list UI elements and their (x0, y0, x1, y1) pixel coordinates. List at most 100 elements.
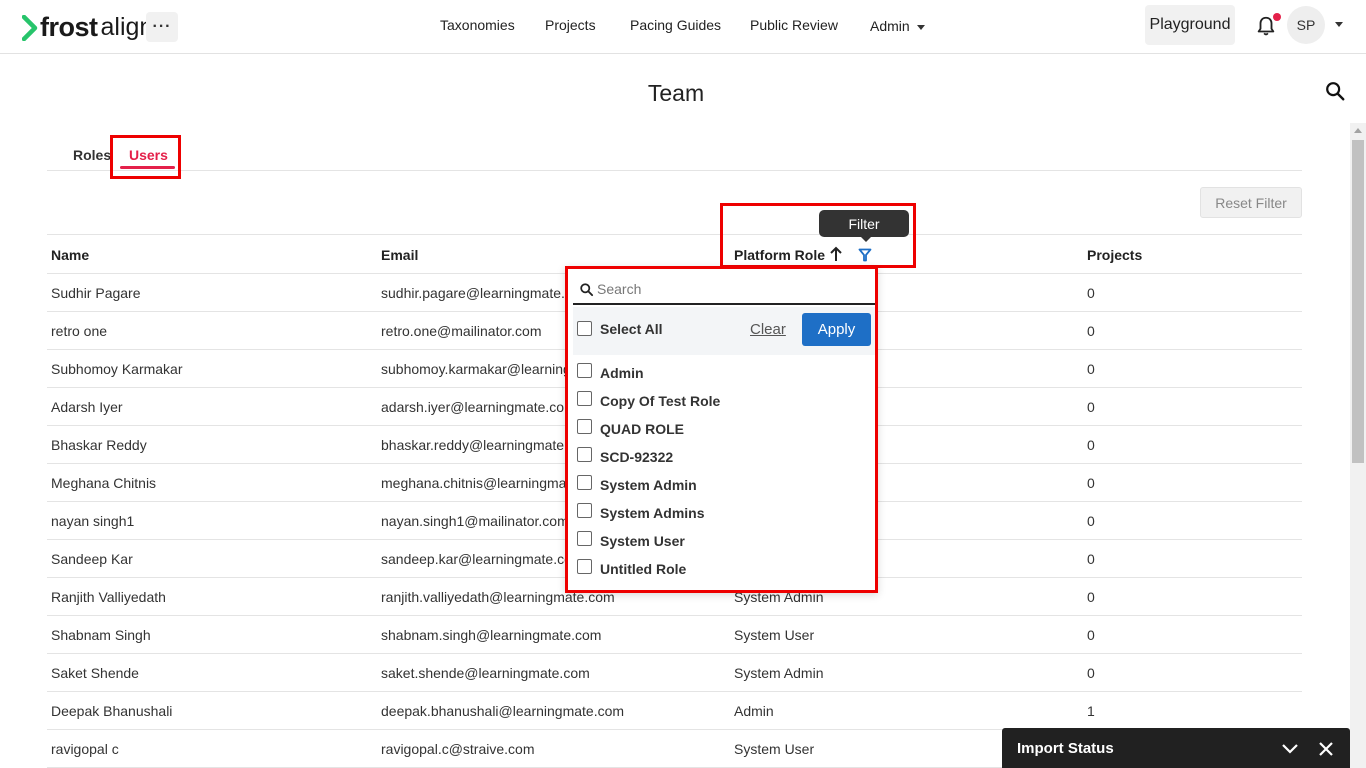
import-status-title: Import Status (1017, 740, 1114, 757)
filter-option-checkbox[interactable] (577, 391, 592, 406)
cell-platform-role: System Admin (734, 665, 824, 681)
cell-projects: 0 (1087, 551, 1095, 567)
avatar[interactable]: SP (1287, 6, 1325, 44)
filter-option-checkbox[interactable] (577, 475, 592, 490)
select-all-checkbox[interactable] (577, 321, 592, 336)
cell-projects: 0 (1087, 665, 1095, 681)
nav-item-admin-label: Admin (870, 18, 910, 34)
cell-platform-role: System User (734, 741, 815, 757)
cell-name: Bhaskar Reddy (51, 437, 147, 453)
filter-search-input[interactable] (597, 277, 867, 301)
nav-item-projects[interactable]: Projects (545, 17, 596, 33)
filter-option-label[interactable]: System Admin (600, 477, 697, 493)
cell-name: Adarsh Iyer (51, 399, 123, 415)
highlight-filter-header (720, 203, 916, 268)
filter-option[interactable]: QUAD ROLE (573, 417, 873, 441)
cell-platform-role: Admin (734, 703, 774, 719)
table-row[interactable]: Saket Shende saket.shende@learningmate.co… (47, 654, 1302, 692)
cell-email: deepak.bhanushali@learningmate.com (381, 703, 625, 719)
cell-name: Deepak Bhanushali (51, 703, 173, 719)
cell-projects: 0 (1087, 475, 1095, 491)
cell-name: nayan singh1 (51, 513, 135, 529)
column-header-name[interactable]: Name (51, 247, 89, 263)
apply-button[interactable]: Apply (802, 313, 871, 346)
search-icon[interactable] (1324, 80, 1346, 102)
cell-name: Sandeep Kar (51, 551, 133, 567)
cell-name: Sudhir Pagare (51, 285, 141, 301)
filter-option-label[interactable]: Copy Of Test Role (600, 393, 720, 409)
filter-option[interactable]: SCD-92322 (573, 445, 873, 469)
filter-option-checkbox[interactable] (577, 447, 592, 462)
filter-option-label[interactable]: QUAD ROLE (600, 421, 684, 437)
filter-option-checkbox[interactable] (577, 531, 592, 546)
nav-item-taxonomies[interactable]: Taxonomies (440, 17, 515, 33)
reset-filter-button[interactable]: Reset Filter (1200, 187, 1302, 218)
cell-platform-role: System User (734, 627, 815, 643)
filter-option[interactable]: System Admins (573, 501, 873, 525)
nav-item-pacing-guides[interactable]: Pacing Guides (630, 17, 721, 33)
column-header-projects[interactable]: Projects (1087, 247, 1142, 263)
cell-email: sandeep.kar@learningmate.co (381, 551, 572, 567)
cell-projects: 0 (1087, 627, 1095, 643)
filter-option-label[interactable]: Admin (600, 365, 644, 381)
cell-projects: 0 (1087, 323, 1095, 339)
table-row[interactable]: Deepak Bhanushali deepak.bhanushali@learn… (47, 692, 1302, 730)
platform-role-filter-dropdown: Select All Clear Apply Admin Copy Of Test… (565, 266, 878, 593)
clear-link[interactable]: Clear (750, 321, 786, 338)
cell-name: Ranjith Valliyedath (51, 589, 166, 605)
cell-name: retro one (51, 323, 108, 339)
filter-option[interactable]: System User (573, 529, 873, 553)
nav-item-public-review[interactable]: Public Review (750, 17, 838, 33)
scrollbar-thumb[interactable] (1352, 140, 1364, 463)
caret-down-icon[interactable] (1335, 22, 1343, 27)
filter-actions-bar: Select All Clear Apply (573, 307, 875, 355)
cell-email: adarsh.iyer@learningmate.com (381, 399, 576, 415)
chevron-down-icon[interactable] (1281, 742, 1299, 756)
filter-option[interactable]: System Admin (573, 473, 873, 497)
cell-projects: 1 (1087, 703, 1095, 719)
column-header-email[interactable]: Email (381, 247, 418, 263)
filter-option[interactable]: Admin (573, 361, 873, 385)
filter-option-checkbox[interactable] (577, 559, 592, 574)
cell-projects: 0 (1087, 399, 1095, 415)
filter-option-checkbox[interactable] (577, 419, 592, 434)
nav-item-admin[interactable]: Admin (870, 18, 925, 34)
table-row[interactable]: Shabnam Singh shabnam.singh@learningmate.… (47, 616, 1302, 654)
cell-projects: 0 (1087, 285, 1095, 301)
highlight-users-tab (110, 135, 181, 179)
notification-dot (1273, 13, 1281, 21)
filter-option[interactable]: Copy Of Test Role (573, 389, 873, 413)
cell-email: meghana.chitnis@learningmat (381, 475, 571, 491)
cell-email: bhaskar.reddy@learningmate. (381, 437, 568, 453)
team-tabs: Roles Users (47, 140, 1302, 171)
cell-name: Shabnam Singh (51, 627, 151, 643)
cell-email: ravigopal.c@straive.com (381, 741, 535, 757)
cell-email: shabnam.singh@learningmate.com (381, 627, 602, 643)
cell-email: subhomoy.karmakar@learning (381, 361, 571, 377)
cell-name: Subhomoy Karmakar (51, 361, 183, 377)
cell-name: Saket Shende (51, 665, 139, 681)
tab-roles[interactable]: Roles (73, 147, 111, 163)
filter-option-label[interactable]: System Admins (600, 505, 705, 521)
cell-name: Meghana Chitnis (51, 475, 157, 491)
cell-email: retro.one@mailinator.com (381, 323, 542, 339)
playground-button[interactable]: Playground (1145, 5, 1235, 45)
caret-down-icon (916, 24, 925, 30)
filter-option-checkbox[interactable] (577, 363, 592, 378)
page-title: Team (647, 80, 705, 106)
filter-option-label[interactable]: System User (600, 533, 685, 549)
close-icon[interactable] (1318, 741, 1334, 757)
vertical-scrollbar[interactable] (1350, 123, 1366, 768)
filter-option-label[interactable]: SCD-92322 (600, 449, 673, 465)
filter-option-label[interactable]: Untitled Role (600, 561, 686, 577)
select-all-label[interactable]: Select All (600, 321, 663, 337)
cell-name: ravigopal c (51, 741, 119, 757)
import-status-panel: Import Status (1002, 728, 1350, 768)
filter-option[interactable]: Untitled Role (573, 557, 873, 581)
search-icon (580, 283, 594, 297)
cell-projects: 0 (1087, 513, 1095, 529)
filter-option-checkbox[interactable] (577, 503, 592, 518)
scroll-up-arrow-icon[interactable] (1354, 128, 1362, 133)
cell-projects: 0 (1087, 589, 1095, 605)
cell-projects: 0 (1087, 361, 1095, 377)
